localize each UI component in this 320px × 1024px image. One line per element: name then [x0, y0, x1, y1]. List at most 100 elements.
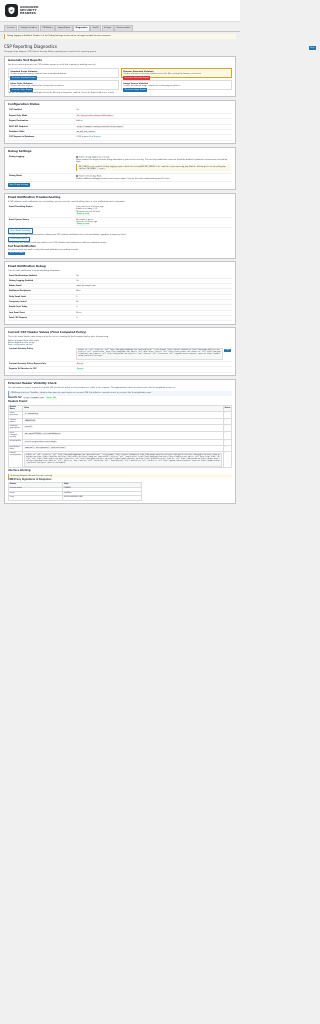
- header-value: camera=(), microphone=(), geolocation=(): [24, 446, 67, 449]
- tab-csp-builder[interactable]: CSP Builder: [39, 25, 55, 31]
- row-label: Total CSP Reports: [9, 317, 28, 320]
- table-row: Email Throttling Status Last email sent:…: [8, 205, 232, 218]
- generator-extension: Browser Extension Violation Creates a br…: [121, 68, 232, 80]
- warn-item: Nonces applied to inline scripts: [8, 342, 35, 345]
- status-line: Last run: 0.0 hours ago: [76, 220, 98, 223]
- report-only-badge: No - Content will be blocked. Edit Heade…: [76, 114, 114, 118]
- table-row: strict-transport-security max-age=3153600…: [7, 430, 233, 441]
- headers-table: Header Name Value Status x-xss-protection 1…: [7, 404, 233, 469]
- generate-image-button[interactable]: Generate Image Report: [123, 88, 148, 92]
- header-name: cf-ray: [7, 495, 64, 501]
- plugin-wordmark: ADVANCED SECURITY HEADERS: [20, 5, 39, 16]
- section-title: Configuration Status: [8, 102, 40, 107]
- section-title: Email Notification Debug: [8, 263, 46, 268]
- row-label: Reports To Directive in CSP: [9, 368, 37, 371]
- section-title: Debug Settings: [8, 149, 32, 154]
- header-name: content-security-policy: [7, 451, 24, 469]
- code-snippet: define('WP_DEBUG', true);: [78, 167, 106, 170]
- table-row: Email Queue Status No emails in queue La…: [8, 217, 232, 228]
- copy-csp-button[interactable]: Copy: [223, 348, 231, 353]
- debug-notice: Debug Logging is Enabled: Disable it in …: [4, 33, 236, 40]
- status-badge: Ready to send: [76, 212, 90, 216]
- save-debug-button[interactable]: Save Debug Settings: [8, 183, 30, 187]
- section-desc: Current email notification settings and …: [8, 269, 61, 272]
- header-value: max-age=31536000; includeSubDomains: [24, 432, 62, 435]
- table-row: Content-Security-Policy default-src 'sel…: [8, 347, 232, 362]
- header-value: SAMEORIGIN: [24, 419, 36, 422]
- status-badge: Present: [76, 368, 85, 371]
- endpoint-url: https://example.com/wp-json/ash/v1/csp-r…: [76, 125, 124, 128]
- row-label: Debug Logging: [9, 156, 25, 159]
- generator-inline-style: Inline Style Violation Creates an inline…: [8, 80, 119, 92]
- email-debug-card: Email Notification Debug Current email n…: [4, 261, 236, 325]
- header-value: nosniff: [24, 426, 33, 429]
- tab-import-export[interactable]: Import/Export: [55, 25, 73, 31]
- config-table: CSP Enabled Yes Report-Only Mode No - Cont…: [8, 108, 232, 141]
- row-label: Debug Mode: [9, 175, 22, 178]
- row-value: 0: [76, 317, 78, 320]
- email-troubleshooting-card: Email Notification Troubleshooting If CS…: [4, 192, 236, 259]
- row-label: CSP Reports in Database: [9, 136, 35, 139]
- table-row: CSP Reports in Database 0 CSP reports Vie…: [8, 135, 232, 141]
- status-check: ✓: [222, 430, 233, 441]
- header-value: default-src 'self'; script-src 'self' ht…: [24, 453, 223, 467]
- tab-configure-headers[interactable]: Configure Headers: [17, 25, 40, 31]
- table-row: Total CSP Reports 0: [8, 316, 232, 321]
- table-row: cf-ray 8a1b2c3d4e5f6a7b-IAD: [7, 495, 143, 501]
- tab-documentation[interactable]: Documentation: [114, 25, 133, 31]
- section-title: Current CSP Header Values (Final Compute…: [8, 329, 87, 334]
- field-desc: When enabled, the plugin will write debu…: [76, 158, 228, 164]
- plugin-header: ADVANCED SECURITY HEADERS: [0, 0, 240, 22]
- nav-tabs: Overview Configure Headers CSP Builder I…: [0, 22, 240, 32]
- results-url: https://example.com/: [23, 397, 45, 400]
- generator-image: Image Source Violation Creates an extern…: [121, 80, 232, 92]
- row-label: Content-Security-Policy: [9, 348, 33, 351]
- export-preview-link[interactable]: Export configuration preview: [8, 344, 32, 346]
- warn-list: Hashes generated from inline scripts Non…: [8, 340, 232, 344]
- status-check: ✓: [222, 451, 233, 469]
- configuration-status-card: Configuration Status CSP Enabled Yes Repo…: [4, 99, 236, 145]
- tab-settings[interactable]: Settings: [101, 25, 114, 31]
- current-csp-card: Current CSP Header Values (Final Compute…: [4, 327, 236, 377]
- status-badge: Not set: [76, 362, 84, 366]
- view-reports-link[interactable]: View Reports: [89, 136, 101, 138]
- button-desc: This will clear any queued emails that c…: [8, 242, 107, 245]
- status-badge: Status: 200: [45, 396, 57, 400]
- section-desc: This is the actual header value being se…: [8, 335, 109, 338]
- page-subtitle: This page helps diagnose CSP (Content Se…: [4, 50, 97, 53]
- brand-line-3: HEADERS: [20, 11, 37, 16]
- section-desc: If CSP violation email notifications are…: [8, 201, 126, 204]
- table-row: Reports To Directive in CSP Present: [8, 367, 232, 373]
- debug-table: Debug Logging Enable debug logging to er…: [8, 155, 232, 182]
- table-name: wp_ash_csp_reports: [76, 131, 97, 133]
- tab-diagnostics[interactable]: Diagnostics: [73, 25, 90, 31]
- field-desc: Enables additional debugging features an…: [76, 178, 171, 181]
- tab-overview[interactable]: Overview: [4, 25, 18, 31]
- email-debug-table: Email Notifications Enabled Yes Debug Log…: [8, 274, 232, 322]
- table-row: Debug Logging Enable debug logging to er…: [8, 155, 232, 174]
- plugin-logo: ADVANCED SECURITY HEADERS: [5, 4, 39, 17]
- header-value: 8a1b2c3d4e5f6a7b-IAD: [62, 495, 143, 501]
- debug-settings-card: Debug Settings Debug Logging Enable debu…: [4, 146, 236, 191]
- generate-test-reports-card: Generate Test Reports Use these tools to…: [4, 55, 236, 98]
- send-test-email-button[interactable]: Send Test Email: [8, 251, 25, 256]
- header-name: strict-transport-security: [7, 430, 24, 441]
- cdn-notice: CDN/Proxy detected: Cloudflare. Headers …: [8, 391, 232, 396]
- missing-label: Interface Warning:: [8, 468, 32, 472]
- test-email-desc: Use this to send a test email to verify …: [8, 248, 79, 251]
- section-desc: Use these tools to generate test CSP vio…: [8, 64, 96, 67]
- external-header-check-card: External Header Visibility Check This to…: [4, 378, 236, 505]
- row-label: Email Throttling Status: [9, 205, 33, 208]
- row-value: 0 CSP reports: [76, 136, 89, 139]
- section-desc: This tool makes a request to your site's…: [8, 387, 177, 390]
- status-line: Minimum interval: 60 mins: [76, 210, 101, 213]
- help-button[interactable]: Help: [308, 46, 316, 50]
- row-label: Email Queue Status: [9, 218, 29, 221]
- csp-value: default-src 'self'; script-src 'self' ht…: [76, 348, 223, 360]
- tab-health[interactable]: Health: [90, 25, 101, 31]
- headers-found-label: Headers Found:: [8, 400, 28, 404]
- generator-grid: Standard Script Violation Creates a typi…: [8, 68, 232, 92]
- section-title: Generate Test Reports: [8, 58, 42, 63]
- generator-standard: Standard Script Violation Creates a typi…: [8, 68, 119, 80]
- button-desc: This will reset the email throttling cou…: [8, 233, 127, 236]
